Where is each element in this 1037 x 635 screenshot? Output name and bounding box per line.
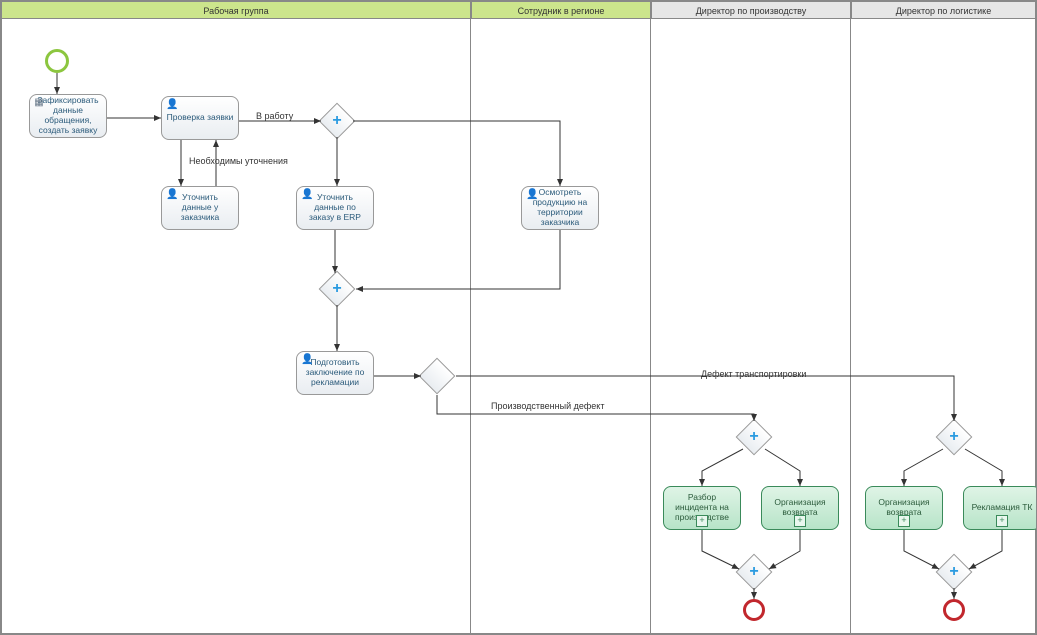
edge-label-work: В работу [256, 111, 293, 121]
task-icon: ▦ [34, 97, 44, 107]
lane-header-logistics: Директор по логистике [851, 1, 1036, 19]
lane-body-production [651, 19, 851, 634]
subprocess-label: Рекламация ТК [972, 503, 1033, 513]
expand-marker-icon: + [794, 515, 806, 527]
edge-label-transport-defect: Дефект транспортировки [701, 369, 806, 379]
subprocess-return-prod[interactable]: Организация возврата + [761, 486, 839, 530]
subprocess-tk-claim[interactable]: Рекламация ТК + [963, 486, 1037, 530]
expand-marker-icon: + [696, 515, 708, 527]
end-event-prod[interactable] [743, 599, 765, 621]
lane-header-production: Директор по производству [651, 1, 851, 19]
task-check-request[interactable]: 👤 Проверка заявки [161, 96, 239, 140]
user-icon: 👤 [166, 189, 176, 199]
task-fix-request[interactable]: ▦ Зафиксировать данные обращения, создат… [29, 94, 107, 138]
task-clarify-erp[interactable]: 👤 Уточнить данные по заказу в ERP [296, 186, 374, 230]
task-label: Проверка заявки [167, 113, 234, 123]
user-icon: 👤 [166, 99, 176, 109]
start-event[interactable] [45, 49, 69, 73]
expand-marker-icon: + [996, 515, 1008, 527]
lane-header-region: Сотрудник в регионе [471, 1, 651, 19]
end-event-log[interactable] [943, 599, 965, 621]
bpmn-canvas: Рабочая группаСотрудник в регионеДиректо… [0, 0, 1037, 635]
lane-body-logistics [851, 19, 1036, 634]
user-icon: 👤 [301, 189, 311, 199]
task-prepare-conclusion[interactable]: 👤 Подготовить заключение по рекламации [296, 351, 374, 395]
subprocess-incident-analysis[interactable]: Разбор инцидента на производстве + [663, 486, 741, 530]
expand-marker-icon: + [898, 515, 910, 527]
lane-body-region [471, 19, 651, 634]
subprocess-return-log[interactable]: Организация возврата + [865, 486, 943, 530]
task-clarify-customer[interactable]: 👤 Уточнить данные у заказчика [161, 186, 239, 230]
lane-header-workgroup: Рабочая группа [1, 1, 471, 19]
user-icon: 👤 [301, 354, 311, 364]
edge-label-prod-defect: Производственный дефект [491, 401, 604, 411]
user-icon: 👤 [526, 189, 536, 199]
edge-label-clarify: Необходимы уточнения [189, 156, 288, 166]
task-label: Зафиксировать данные обращения, создать … [34, 96, 102, 135]
task-inspect-product[interactable]: 👤 Осмотреть продукцию на территории зака… [521, 186, 599, 230]
